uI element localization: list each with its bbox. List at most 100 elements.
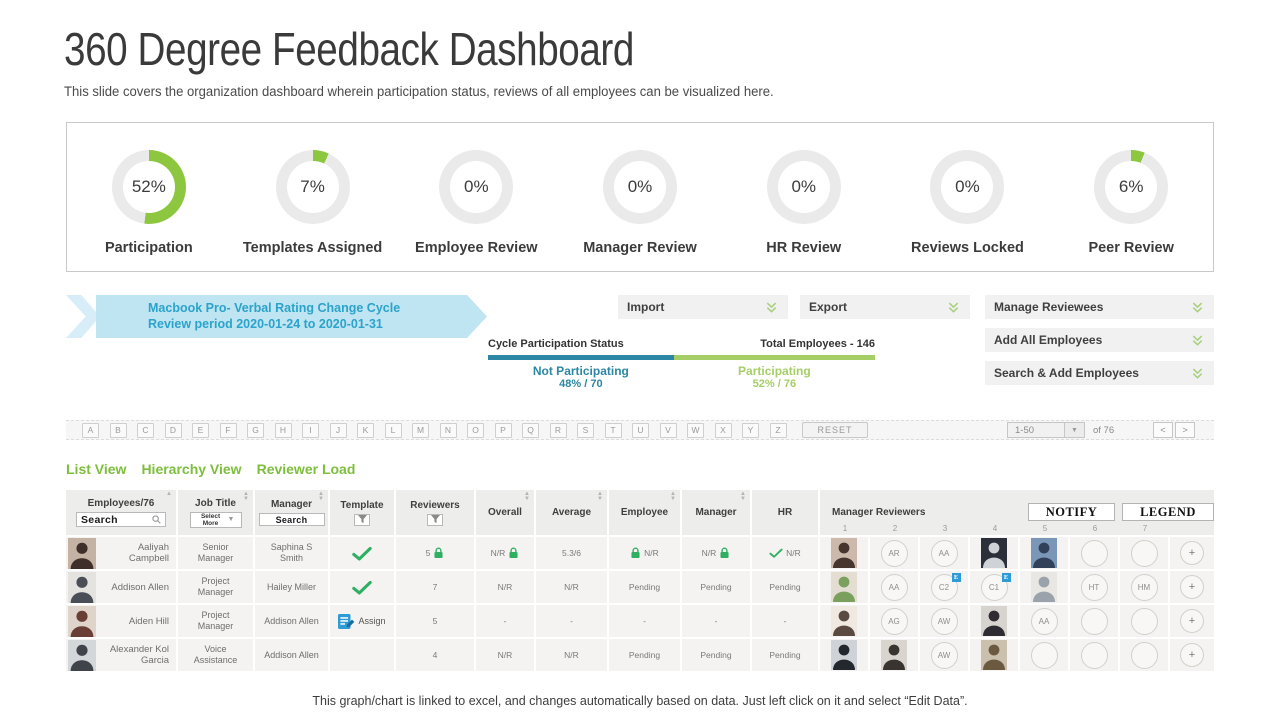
add-reviewer-button[interactable]: + xyxy=(1180,575,1204,599)
overall-cell: N/R xyxy=(476,639,536,673)
add-reviewer-button[interactable]: + xyxy=(1180,541,1204,565)
reviewer-initials[interactable]: HT xyxy=(1080,573,1108,601)
reviewer-initials[interactable]: C1 E xyxy=(980,572,1011,601)
letter-filter-n[interactable]: N xyxy=(439,422,457,438)
reviewer-initials-text: C2 xyxy=(938,582,950,592)
right-action-buttons: Manage Reviewees Add All Employees Search … xyxy=(985,295,1214,394)
letter-filter-c[interactable]: C xyxy=(137,422,154,438)
tab-list-view[interactable]: List View xyxy=(66,461,126,477)
letter-filter-k[interactable]: K xyxy=(357,422,374,438)
letter-filter-y[interactable]: Y xyxy=(742,422,759,438)
letter-filter-l[interactable]: L xyxy=(384,422,402,438)
letter-filter-f[interactable]: F xyxy=(219,422,237,438)
sort-control[interactable]: ▲ xyxy=(166,491,172,497)
letter-filter-u[interactable]: U xyxy=(632,422,649,438)
reviewer-photo[interactable] xyxy=(981,606,1007,636)
letter-filter-r[interactable]: R xyxy=(549,422,567,438)
manager-name-text: Hailey Miller xyxy=(266,581,316,592)
reviewer-photo[interactable] xyxy=(831,572,857,602)
letter-filter-z[interactable]: Z xyxy=(769,422,787,438)
reset-button[interactable]: RESET xyxy=(802,422,868,438)
letter-filter-q[interactable]: Q xyxy=(522,422,539,438)
sort-control[interactable]: ▲ ▼ xyxy=(740,491,746,502)
add-reviewer-cell: + xyxy=(1170,639,1214,673)
letter-filter-o[interactable]: O xyxy=(467,422,484,438)
status-text: 5.3/6 xyxy=(562,548,581,558)
reviewer-photo[interactable] xyxy=(831,640,857,670)
template-cell[interactable] xyxy=(330,537,396,571)
reviewer-col-number: 6 xyxy=(1092,524,1098,533)
letter-filter-i[interactable]: I xyxy=(302,422,319,438)
sort-control[interactable]: ▲ ▼ xyxy=(243,491,249,502)
tab-reviewer-load[interactable]: Reviewer Load xyxy=(257,461,356,477)
manager-review-cell: Pending xyxy=(682,571,752,605)
notify-button[interactable]: NOTIFY xyxy=(1028,503,1115,521)
reviewer-initials[interactable]: AA xyxy=(880,573,908,601)
reviewer-photo[interactable] xyxy=(1031,538,1057,568)
action-search-add-employees[interactable]: Search & Add Employees xyxy=(985,361,1214,385)
letter-filter-p[interactable]: P xyxy=(494,422,512,438)
letter-filter-g[interactable]: G xyxy=(247,422,264,438)
reviewer-initials[interactable]: AW xyxy=(930,641,958,669)
reviewer-photo[interactable] xyxy=(831,538,857,568)
sort-control[interactable]: ▲ ▼ xyxy=(597,491,603,502)
reviewers-filter-button[interactable] xyxy=(427,513,443,526)
employee-review-cell: Pending xyxy=(609,571,682,605)
reviewer-initials[interactable]: AA xyxy=(930,539,958,567)
reviewer-photo[interactable] xyxy=(881,640,907,670)
template-cell[interactable]: Assign xyxy=(330,605,396,639)
import-button[interactable]: Import xyxy=(618,295,788,319)
status-text: - xyxy=(503,616,507,626)
empty-reviewer-slot xyxy=(1080,641,1108,669)
sort-control[interactable]: ▲ ▼ xyxy=(524,491,530,502)
empty-reviewer-slot xyxy=(1130,641,1158,669)
reviewer-photo[interactable] xyxy=(831,606,857,636)
action-add-all-employees[interactable]: Add All Employees xyxy=(985,328,1214,352)
reviewer-chip-cell xyxy=(820,639,870,673)
reviewer-photo[interactable] xyxy=(981,538,1007,568)
reviewer-initials-text: HT xyxy=(1088,582,1100,592)
page-range-select[interactable]: 1-50 ▼ xyxy=(1007,422,1085,438)
reviewer-initials[interactable]: AA xyxy=(1030,607,1058,635)
tab-hierarchy-view[interactable]: Hierarchy View xyxy=(141,461,241,477)
letter-filter-m[interactable]: M xyxy=(412,422,429,438)
letter-filter-a[interactable]: A xyxy=(82,422,99,438)
add-reviewer-button[interactable]: + xyxy=(1180,609,1204,633)
action-manage-reviewees[interactable]: Manage Reviewees xyxy=(985,295,1214,319)
letter-filter-v[interactable]: V xyxy=(659,422,677,438)
letter-filter-h[interactable]: H xyxy=(274,422,292,438)
job-title-filter-select[interactable]: Select More ▼ xyxy=(189,511,242,528)
reviewer-initials[interactable]: AG xyxy=(880,607,908,635)
reviewer-initials[interactable]: C2 E xyxy=(930,572,961,601)
sort-control[interactable]: ▲ ▼ xyxy=(670,491,676,502)
next-page-button[interactable]: > xyxy=(1175,422,1195,438)
reviewer-initials[interactable]: AR xyxy=(880,539,908,567)
manager-reviewers-label: Manager Reviewers xyxy=(832,507,926,518)
reviewer-chip-cell xyxy=(820,571,870,605)
employee-search-input[interactable]: Search xyxy=(76,512,166,527)
prev-page-button[interactable]: < xyxy=(1153,422,1173,438)
reviewer-initials[interactable]: AW xyxy=(930,607,958,635)
template-cell[interactable] xyxy=(330,571,396,605)
export-button[interactable]: Export xyxy=(800,295,970,319)
reviewer-photo[interactable] xyxy=(981,640,1007,670)
dropdown-arrow-icon: ▼ xyxy=(227,516,235,523)
manager-search-input[interactable]: Search xyxy=(258,513,325,526)
letter-filter-b[interactable]: B xyxy=(109,422,127,438)
letter-filter-x[interactable]: X xyxy=(714,422,732,438)
reviewer-initials-text: AW xyxy=(937,650,951,660)
template-filter-button[interactable] xyxy=(354,513,370,526)
reviewer-initials[interactable]: HM xyxy=(1130,573,1158,601)
letter-filter-d[interactable]: D xyxy=(164,422,182,438)
reviewer-photo[interactable] xyxy=(1031,572,1057,602)
sort-control[interactable]: ▲ ▼ xyxy=(318,491,324,502)
letter-filter-e[interactable]: E xyxy=(192,422,209,438)
legend-button[interactable]: LEGEND xyxy=(1122,503,1214,521)
add-reviewer-button[interactable]: + xyxy=(1180,643,1204,667)
table-body: Aaliyah Campbell Senior Manager Saphina S … xyxy=(66,537,1214,673)
kpi-employee-review: 0% Employee Review xyxy=(394,150,558,271)
letter-filter-w[interactable]: W xyxy=(687,422,704,438)
letter-filter-s[interactable]: S xyxy=(577,422,594,438)
letter-filter-j[interactable]: J xyxy=(329,422,347,438)
letter-filter-t[interactable]: T xyxy=(604,422,622,438)
